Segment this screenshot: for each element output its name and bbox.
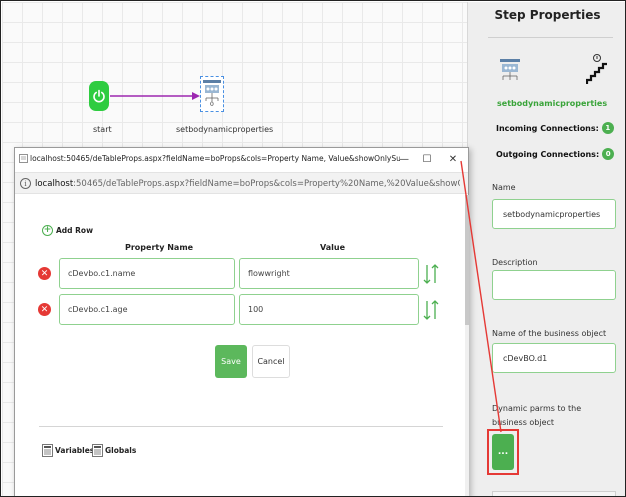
table-props-popup-window: localhost:50465/deTableProps.aspx?fieldN…	[14, 147, 469, 496]
incoming-connections-label: Incoming Connections:	[496, 123, 599, 133]
dynamic-parms-button[interactable]: ...	[492, 434, 514, 470]
panel-divider	[488, 37, 613, 38]
incoming-count-badge: 1	[601, 122, 614, 134]
panel-node-name: setbodynamicproperties	[497, 99, 608, 108]
column-header-value: Value	[320, 243, 346, 252]
popup-scrollbar-thumb[interactable]	[465, 195, 469, 325]
variables-icon	[42, 444, 53, 457]
row-1-property-name-input[interactable]: cDevbo.c1.name	[59, 258, 235, 289]
setbodynamicproperties-node[interactable]: 0	[200, 76, 224, 112]
business-object-field[interactable]: cDevBO.d1	[492, 343, 616, 373]
sort-arrows-icon[interactable]	[422, 299, 440, 321]
power-icon	[93, 89, 105, 103]
url-host: localhost	[35, 179, 74, 189]
name-field[interactable]: setbodynamicproperties	[492, 199, 616, 229]
row-2-property-name-input[interactable]: cDevbo.c1.age	[59, 294, 235, 325]
incoming-connections: Incoming Connections: 1	[496, 122, 614, 134]
close-icon: ✕	[40, 304, 49, 315]
process-node-label: setbodynamicproperties	[176, 125, 274, 134]
globals-label: Globals	[105, 446, 137, 455]
start-node[interactable]	[89, 81, 109, 111]
column-header-property-name: Property Name	[125, 243, 194, 252]
outgoing-connections-label: Outgoing Connections:	[496, 149, 600, 159]
dynamic-parms-highlight: ...	[487, 429, 519, 475]
add-row-button[interactable]: + Add Row	[42, 225, 93, 236]
plus-circle-icon: +	[42, 225, 53, 236]
panel-title: Step Properties	[494, 8, 601, 22]
address-bar[interactable]: i localhost:50465/deTableProps.aspx?fiel…	[15, 172, 468, 194]
stairs-icon	[586, 54, 607, 84]
dynamic-parms-label: Dynamic parms to the business object	[492, 404, 582, 427]
delete-row-2-button[interactable]: ✕	[38, 303, 51, 316]
step-properties-panel: Step Properties setbodynamicproperties I…	[467, 2, 625, 496]
maximize-icon[interactable]: ☐	[418, 151, 436, 167]
globals-link[interactable]: Globals	[92, 444, 136, 457]
process-node-badge: 0	[210, 101, 214, 108]
row-1-value-input[interactable]: flowwright	[239, 258, 419, 289]
cancel-button[interactable]: Cancel	[252, 345, 290, 378]
business-object-field-label: Name of the business object	[492, 329, 607, 338]
globals-icon	[92, 444, 103, 457]
description-field-label: Description	[492, 258, 538, 267]
save-button[interactable]: Save	[215, 345, 247, 378]
add-row-label: Add Row	[56, 226, 94, 235]
name-field-label: Name	[492, 183, 516, 192]
info-icon[interactable]: i	[20, 178, 31, 189]
sort-arrows-icon[interactable]	[422, 263, 440, 285]
popup-url[interactable]: localhost:50465/deTableProps.aspx?fieldN…	[35, 179, 460, 189]
popup-window-title: localhost:50465/deTableProps.aspx?fieldN…	[30, 154, 400, 163]
row-2-value-input[interactable]: 100	[239, 294, 419, 325]
outgoing-count-badge: 0	[602, 148, 615, 160]
page-icon	[19, 154, 28, 163]
close-icon: ✕	[40, 268, 49, 279]
screenshot-frame: start 0 setbodynamicproperties Step Prop…	[0, 0, 626, 497]
variables-label: Variables	[55, 446, 95, 455]
variables-link[interactable]: Variables	[42, 444, 94, 457]
process-step-icon	[500, 59, 520, 80]
outgoing-connections: Outgoing Connections: 0	[496, 148, 615, 160]
popup-titlebar[interactable]: localhost:50465/deTableProps.aspx?fieldN…	[15, 148, 468, 170]
description-field[interactable]	[492, 270, 616, 300]
url-path: :50465/deTableProps.aspx?fieldName=boPro…	[73, 179, 460, 189]
close-icon[interactable]: ✕	[444, 151, 462, 167]
popup-divider	[39, 426, 443, 427]
start-node-label: start	[93, 125, 112, 134]
panel-next-field[interactable]	[492, 491, 616, 496]
minimize-icon[interactable]: —	[395, 151, 413, 167]
delete-row-1-button[interactable]: ✕	[38, 267, 51, 280]
